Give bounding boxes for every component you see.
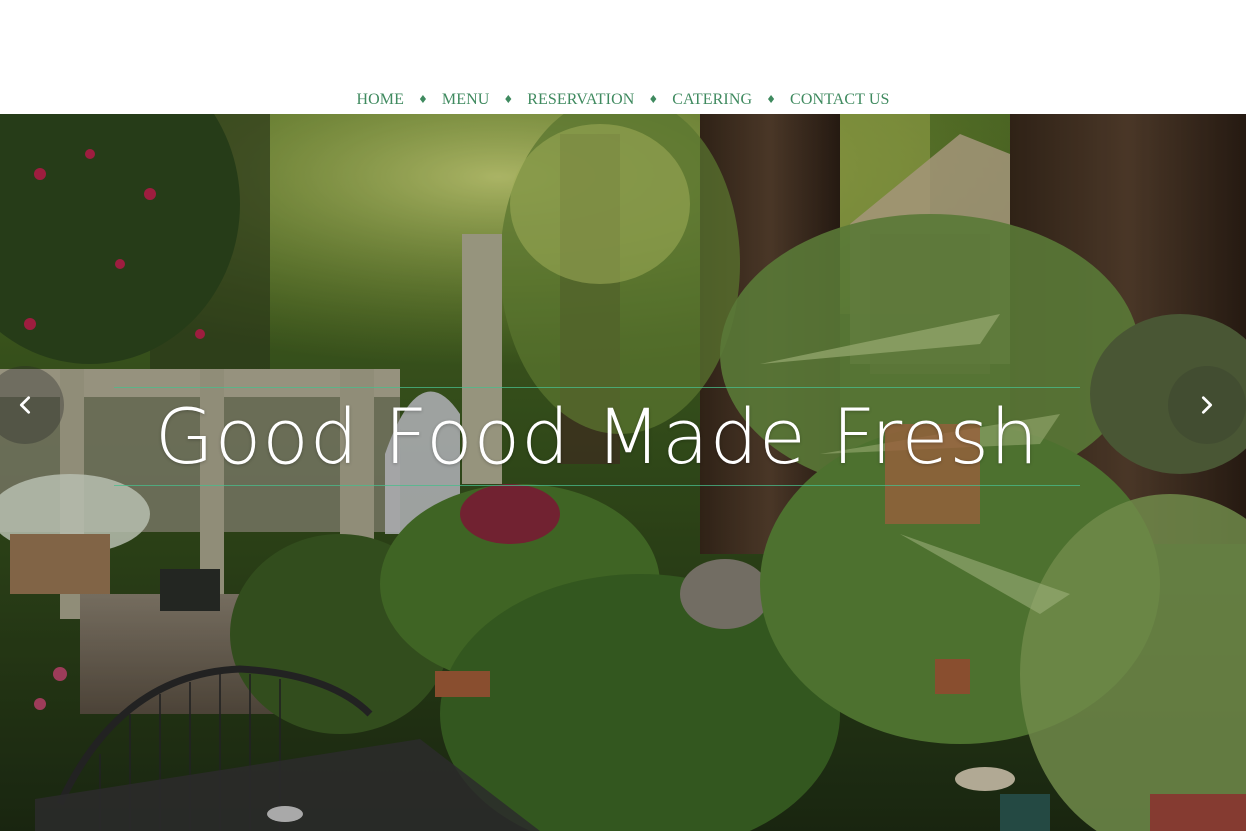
nav-menu: HOME ♦ MENU ♦ RESERVATION ♦ CATERING ♦ C… — [0, 91, 1246, 109]
diamond-separator-icon: ♦ — [766, 92, 777, 106]
nav-link-home[interactable]: HOME — [357, 91, 405, 109]
chevron-left-icon — [19, 396, 31, 414]
nav-item-catering: CATERING ♦ — [672, 91, 790, 109]
hero-slider: Good Food Made Fresh — [0, 114, 1246, 831]
hero-title: Good Food Made Fresh — [154, 392, 1040, 481]
nav-item-home: HOME ♦ — [357, 91, 442, 109]
nav-item-reservation: RESERVATION ♦ — [527, 91, 672, 109]
nav-item-menu: MENU ♦ — [442, 91, 527, 109]
diamond-separator-icon: ♦ — [648, 92, 659, 106]
diamond-separator-icon: ♦ — [503, 92, 514, 106]
nav-link-menu[interactable]: MENU — [442, 91, 490, 109]
hero-title-frame: Good Food Made Fresh — [114, 387, 1080, 486]
chevron-right-icon — [1201, 396, 1213, 414]
nav-link-reservation[interactable]: RESERVATION — [527, 91, 634, 109]
page: HOME ♦ MENU ♦ RESERVATION ♦ CATERING ♦ C… — [0, 0, 1246, 831]
nav-link-contact-us[interactable]: CONTACT US — [790, 91, 889, 109]
nav-item-contact-us: CONTACT US — [790, 91, 889, 109]
slider-next-button[interactable] — [1168, 366, 1246, 444]
nav-link-catering[interactable]: CATERING — [672, 91, 752, 109]
diamond-separator-icon: ♦ — [418, 92, 428, 106]
top-navigation: HOME ♦ MENU ♦ RESERVATION ♦ CATERING ♦ C… — [0, 0, 1246, 114]
